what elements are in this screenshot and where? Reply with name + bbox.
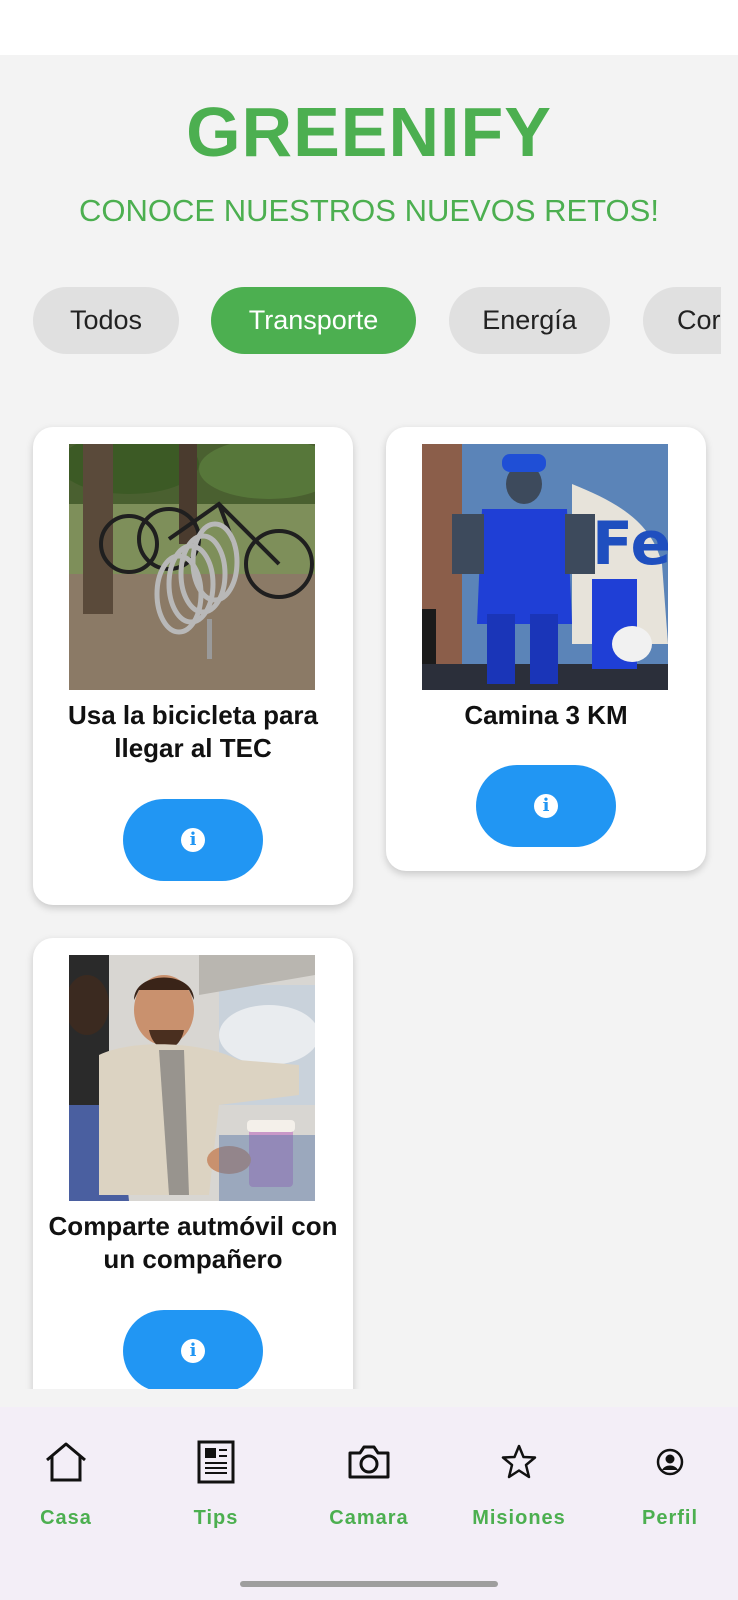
nav-item-tips[interactable]: Tips <box>146 1437 286 1530</box>
camera-icon <box>299 1437 439 1487</box>
filter-chip-todos[interactable]: Todos <box>33 287 179 354</box>
nav-item-misiones[interactable]: Misiones <box>449 1437 589 1530</box>
card-title: Comparte autmóvil con un compañero <box>48 1211 338 1274</box>
nav-item-casa[interactable]: Casa <box>0 1437 136 1530</box>
nav-label: Misiones <box>472 1507 566 1529</box>
bottom-navigation: Casa Tips Camara Misiones Perfil <box>0 1407 738 1600</box>
info-button[interactable]: i <box>123 1310 263 1389</box>
nav-item-perfil[interactable]: Perfil <box>600 1437 738 1530</box>
filter-chip-energia[interactable]: Energía <box>449 287 610 354</box>
card-scroll-area: Comparte autmóvil con un compañero i <box>0 920 738 1389</box>
card-title: Camina 3 KM <box>464 700 628 730</box>
nav-label: Perfil <box>641 1507 699 1529</box>
app-title: GREENIFY <box>186 93 552 171</box>
card-title: Usa la bicicleta para llegar al TEC <box>67 700 319 763</box>
home-indicator[interactable] <box>240 1581 498 1587</box>
status-bar <box>0 0 738 55</box>
filter-chips: Todos Transporte Energía Cor <box>0 287 721 354</box>
challenge-card: Fe Camina 3 KM i <box>386 427 706 871</box>
newspaper-icon <box>146 1437 286 1487</box>
info-icon: i <box>534 794 558 818</box>
carpool-photo <box>69 955 315 1201</box>
info-icon: i <box>181 828 205 852</box>
home-icon <box>0 1437 136 1487</box>
challenge-card: Usa la bicicleta para llegar al TEC i <box>33 427 353 905</box>
nav-label: Casa <box>40 1507 92 1529</box>
filter-chip-transporte[interactable]: Transporte <box>211 287 416 354</box>
info-button[interactable]: i <box>476 765 616 847</box>
page-subtitle: CONOCE NUESTROS NUEVOS RETOS! <box>79 193 659 228</box>
nav-label: Tips <box>193 1507 239 1529</box>
challenge-card: Comparte autmóvil con un compañero i <box>33 938 353 1389</box>
bicycle-rack-photo <box>69 444 315 690</box>
star-icon <box>449 1437 589 1487</box>
info-button[interactable]: i <box>123 799 263 881</box>
profile-icon <box>600 1437 738 1487</box>
svg-text:Fe: Fe <box>592 509 668 579</box>
nav-item-camara[interactable]: Camara <box>299 1437 439 1530</box>
header: GREENIFY CONOCE NUESTROS NUEVOS RETOS! <box>0 90 738 230</box>
nav-label: Camara <box>329 1507 409 1529</box>
info-icon: i <box>181 1339 205 1363</box>
filter-chip-partial[interactable]: Cor <box>643 287 721 354</box>
runner-mannequin-photo: Fe <box>422 444 668 690</box>
